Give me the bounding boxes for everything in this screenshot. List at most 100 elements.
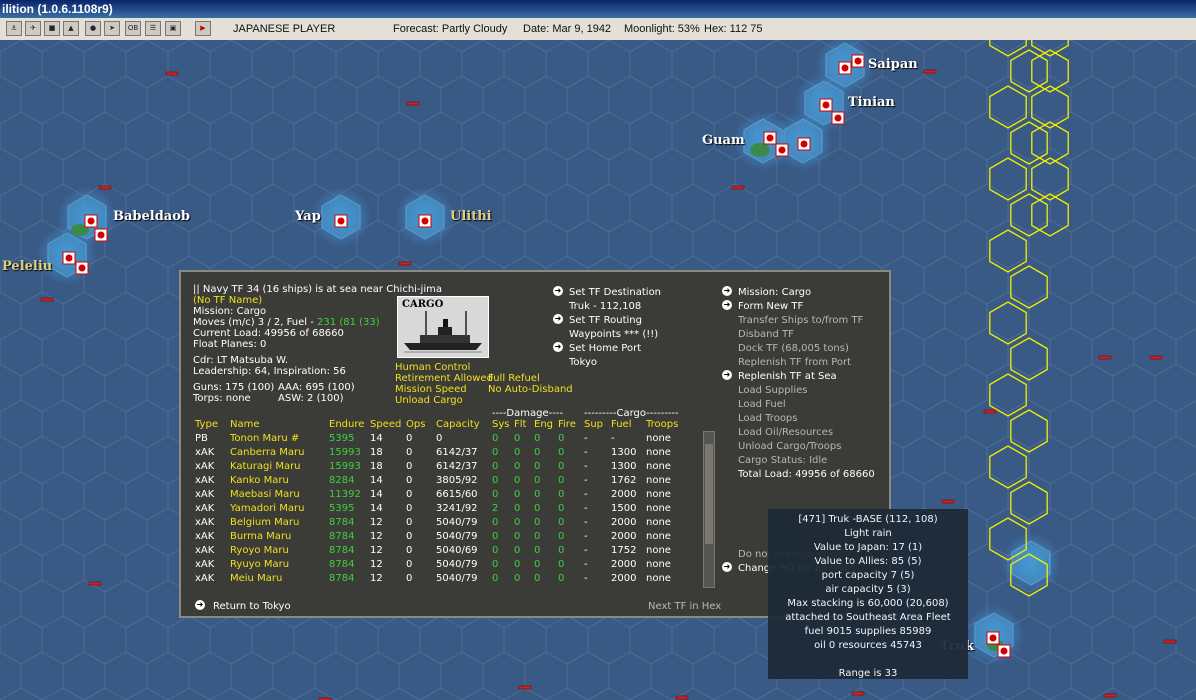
set-destination-button[interactable]: Set TF Destination — [569, 287, 661, 298]
airgroups-icon[interactable]: ✈ — [25, 21, 41, 36]
col-flt[interactable]: Flt — [514, 419, 526, 430]
col-name[interactable]: Name — [230, 419, 260, 430]
map-label-saipan[interactable]: Saipan — [868, 57, 918, 72]
aircraft-icon[interactable]: ➤ — [104, 21, 120, 36]
cell-fuel: - — [611, 433, 615, 444]
map-label-yap[interactable]: Yap — [295, 209, 321, 224]
ship-row[interactable]: xAK Meiu Maru 8784 12 0 5040/79 0 0 0 0 - 2000 none — [181, 573, 701, 587]
mission-speed-toggle[interactable]: Mission Speed — [395, 384, 467, 395]
set-home-port-arrow-icon[interactable]: ➜ — [553, 342, 563, 352]
cell-name[interactable]: Yamadori Maru — [230, 503, 304, 514]
lcu-icon[interactable]: ▲ — [63, 21, 79, 36]
cell-name[interactable]: Canberra Maru — [230, 447, 305, 458]
cell-fire: 0 — [558, 531, 565, 542]
unload-cargo-toggle[interactable]: Unload Cargo — [395, 395, 463, 406]
retirement-toggle[interactable]: Retirement Allowed — [395, 373, 493, 384]
set-routing-button[interactable]: Set TF Routing — [569, 315, 642, 326]
col-endure[interactable]: Endure — [329, 419, 364, 430]
ship-row[interactable]: xAK Yamadori Maru 5395 14 0 3241/92 2 0 0 0 - 1500 n… — [181, 503, 701, 517]
map-label-tinian[interactable]: Tinian — [848, 95, 895, 110]
replenish-sea-button[interactable]: Replenish TF at Sea — [738, 371, 837, 382]
unload-cargo-troops-button[interactable]: Unload Cargo/Troops — [738, 441, 841, 452]
cell-flt: 0 — [514, 489, 521, 500]
date-label: Date: Mar 9, 1942 — [523, 23, 612, 35]
cargo-status: Cargo Status: Idle — [738, 455, 828, 466]
ship-row[interactable]: xAK Ryuyo Maru 8784 12 0 5040/79 0 0 0 0 - 2000 none — [181, 559, 701, 573]
return-arrow-icon[interactable]: ➜ — [195, 600, 205, 610]
cell-name[interactable]: Belgium Maru — [230, 517, 299, 528]
ship-row[interactable]: xAK Ryoyo Maru 8784 12 0 5040/69 0 0 0 0 - 1752 none — [181, 545, 701, 559]
auto-disband-toggle[interactable]: No Auto-Disband — [488, 384, 573, 395]
tf-commander[interactable]: Cdr: LT Matsuba W. — [193, 355, 288, 366]
load-fuel-button[interactable]: Load Fuel — [738, 399, 786, 410]
set-destination-arrow-icon[interactable]: ➜ — [553, 286, 563, 296]
col-eng[interactable]: Eng — [534, 419, 553, 430]
change-hq-arrow-icon[interactable]: ➜ — [722, 562, 732, 572]
cell-name[interactable]: Meiu Maru — [230, 573, 282, 584]
form-new-tf-arrow-icon[interactable]: ➜ — [722, 300, 732, 310]
cell-name[interactable]: Katuragi Maru — [230, 461, 301, 472]
end-turn-icon[interactable]: ▶ — [195, 21, 211, 36]
dock-tf-button[interactable]: Dock TF (68,005 tons) — [738, 343, 849, 354]
ship-row[interactable]: xAK Burma Maru 8784 12 0 5040/79 0 0 0 0 - 2000 none — [181, 531, 701, 545]
cell-name[interactable]: Ryuyo Maru — [230, 559, 289, 570]
transfer-ships-button[interactable]: Transfer Ships to/from TF — [738, 315, 863, 326]
replenish-sea-arrow-icon[interactable]: ➜ — [722, 370, 732, 380]
mission-button[interactable]: Mission: Cargo — [738, 287, 811, 298]
map-label-peleliu[interactable]: Peleliu — [2, 259, 52, 274]
map-label-babeldaob[interactable]: Babeldaob — [113, 209, 190, 224]
set-home-port-button[interactable]: Set Home Port — [569, 343, 641, 354]
col-fire[interactable]: Fire — [558, 419, 576, 430]
map-label-ulithi[interactable]: Ulithi — [450, 209, 492, 224]
cell-name[interactable]: Ryoyo Maru — [230, 545, 289, 556]
cell-name[interactable]: Kanko Maru — [230, 475, 289, 486]
mission-arrow-icon[interactable]: ➜ — [722, 286, 732, 296]
return-to-port-button[interactable]: Return to Tokyo — [213, 601, 291, 612]
map-label-guam[interactable]: Guam — [702, 133, 745, 148]
cell-eng: 0 — [534, 475, 541, 486]
col-sup[interactable]: Sup — [584, 419, 603, 430]
set-routing-arrow-icon[interactable]: ➜ — [553, 314, 563, 324]
ship-list-scrollbar[interactable] — [703, 431, 715, 588]
waypoints-value: Waypoints *** (!!) — [569, 329, 659, 340]
intel-icon[interactable]: ▣ — [165, 21, 181, 36]
ship-row[interactable]: xAK Katuragi Maru 15993 18 0 6142/37 0 0 0 0 - 1300… — [181, 461, 701, 475]
cell-fuel: 1300 — [611, 461, 637, 472]
ob-icon[interactable]: OB — [125, 21, 141, 36]
disband-tf-button[interactable]: Disband TF — [738, 329, 794, 340]
col-fuel[interactable]: Fuel — [611, 419, 631, 430]
replenish-port-button[interactable]: Replenish TF from Port — [738, 357, 851, 368]
rising-sun-icon — [421, 217, 429, 225]
next-tf-button[interactable]: Next TF in Hex — [648, 601, 721, 612]
cell-name[interactable]: Tonon Maru # — [230, 433, 299, 444]
load-oil-button[interactable]: Load Oil/Resources — [738, 427, 833, 438]
bases-icon[interactable]: ■ — [44, 21, 60, 36]
ships-icon[interactable]: ⚓ — [6, 21, 22, 36]
col-speed[interactable]: Speed — [370, 419, 401, 430]
cell-name[interactable]: Burma Maru — [230, 531, 291, 542]
full-refuel-toggle[interactable]: Full Refuel — [488, 373, 540, 384]
form-new-tf-button[interactable]: Form New TF — [738, 301, 803, 312]
load-supplies-button[interactable]: Load Supplies — [738, 385, 807, 396]
cell-sup: - — [584, 489, 588, 500]
load-troops-button[interactable]: Load Troops — [738, 413, 798, 424]
ship-class-image: CARGO — [397, 296, 489, 358]
ship-row[interactable]: xAK Kanko Maru 8284 14 0 3805/92 0 0 0 0 - 1762 none — [181, 475, 701, 489]
scrollbar-thumb[interactable] — [705, 444, 713, 544]
ship-row[interactable]: xAK Canberra Maru 15993 18 0 6142/37 0 0 0 0 - 1300… — [181, 447, 701, 461]
cell-troops: none — [646, 573, 671, 584]
ship-row[interactable]: xAK Belgium Maru 8784 12 0 5040/79 0 0 0 0 - 2000 no… — [181, 517, 701, 531]
col-troops[interactable]: Troops — [646, 419, 678, 430]
globe-icon[interactable]: ● — [85, 21, 101, 36]
human-control-toggle[interactable]: Human Control — [395, 362, 470, 373]
base-marker — [75, 261, 89, 275]
col-ops[interactable]: Ops — [406, 419, 425, 430]
ship-row[interactable]: PB Tonon Maru # 5395 14 0 0 0 0 0 0 - - none — [181, 433, 701, 447]
ship-row[interactable]: xAK Maebasi Maru 11392 14 0 6615/60 0 0 0 0 - 2000 n… — [181, 489, 701, 503]
col-capacity[interactable]: Capacity — [436, 419, 480, 430]
tf-name[interactable]: (No TF Name) — [193, 295, 262, 306]
col-sys[interactable]: Sys — [492, 419, 509, 430]
col-type[interactable]: Type — [195, 419, 218, 430]
reports-icon[interactable]: ☰ — [145, 21, 161, 36]
cell-name[interactable]: Maebasi Maru — [230, 489, 300, 500]
